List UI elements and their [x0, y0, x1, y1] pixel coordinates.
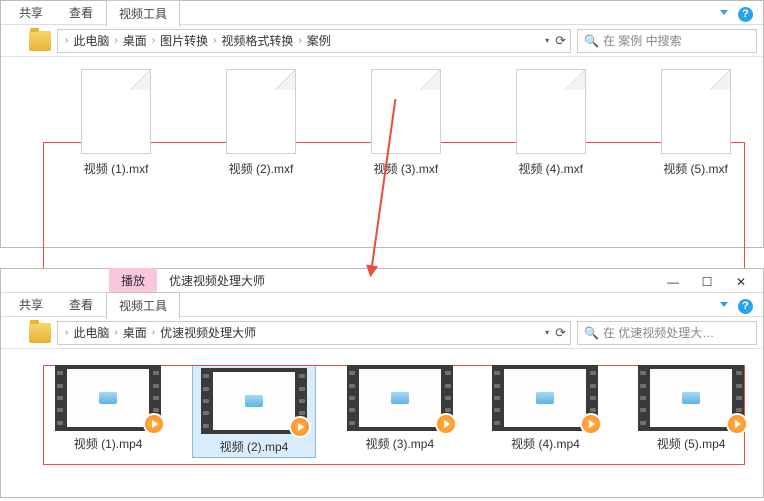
file-name: 视频 (1).mxf [84, 160, 149, 177]
breadcrumb[interactable]: › 此电脑 › 桌面 › 图片转换 › 视频格式转换 › 案例 ▾ ⟳ [57, 29, 571, 53]
file-name: 视频 (4).mp4 [511, 435, 580, 452]
address-bar-row: › 此电脑 › 桌面 › 图片转换 › 视频格式转换 › 案例 ▾ ⟳ 🔍 在 … [1, 25, 763, 57]
file-name: 视频 (4).mxf [518, 160, 583, 177]
search-icon: 🔍 [584, 34, 599, 48]
ribbon-toptabs: 播放 优速视频处理大师 — ☐ ✕ [1, 269, 763, 293]
chevron-right-icon: › [149, 35, 158, 46]
chevron-right-icon: › [111, 35, 120, 46]
file-item-selected[interactable]: 视频 (2).mp4 [192, 365, 316, 458]
breadcrumb[interactable]: › 此电脑 › 桌面 › 优速视频处理大师 ▾ ⟳ [57, 321, 571, 345]
file-name: 视频 (1).mp4 [74, 435, 143, 452]
file-icon [371, 69, 441, 154]
play-icon [143, 413, 165, 435]
ribbon-subtabs: 共享 查看 视频工具 ? [1, 293, 763, 317]
window-controls: — ☐ ✕ [657, 271, 757, 293]
refresh-icon[interactable]: ⟳ [555, 33, 566, 49]
explorer-window-source: 共享 查看 视频工具 ? › 此电脑 › 桌面 › 图片转换 › 视频格式转换 … [0, 0, 764, 248]
chevron-right-icon: › [295, 35, 304, 46]
tab-share[interactable]: 共享 [6, 0, 56, 26]
maximize-button[interactable]: ☐ [691, 271, 723, 293]
close-button[interactable]: ✕ [725, 271, 757, 293]
explorer-window-target: 播放 优速视频处理大师 — ☐ ✕ 共享 查看 视频工具 ? › 此电脑 › 桌… [0, 268, 764, 498]
help-dropdown-icon[interactable] [720, 302, 728, 307]
chevron-right-icon: › [210, 35, 219, 46]
breadcrumb-seg[interactable]: 优速视频处理大师 [158, 324, 258, 341]
folder-icon [29, 31, 51, 51]
breadcrumb-seg[interactable]: 图片转换 [158, 32, 210, 49]
video-thumb [492, 365, 598, 431]
minimize-button[interactable]: — [657, 271, 689, 293]
file-icon [661, 69, 731, 154]
chevron-right-icon: › [149, 327, 158, 338]
file-name: 视频 (5).mp4 [657, 435, 726, 452]
help-dropdown-icon[interactable] [720, 10, 728, 15]
video-thumb [347, 365, 453, 431]
file-item[interactable]: 视频 (4).mp4 [484, 365, 608, 458]
app-title: 优速视频处理大师 [157, 268, 277, 292]
file-item[interactable]: 视频 (5).mxf [638, 69, 753, 177]
file-item[interactable]: 视频 (1).mxf [59, 69, 174, 177]
file-item[interactable]: 视频 (2).mxf [204, 69, 319, 177]
video-thumb [201, 368, 307, 434]
search-icon: 🔍 [584, 326, 599, 340]
file-item[interactable]: 视频 (5).mp4 [629, 365, 753, 458]
tab-video-tools[interactable]: 视频工具 [106, 292, 180, 319]
file-name: 视频 (3).mxf [373, 160, 438, 177]
tab-view[interactable]: 查看 [56, 0, 106, 26]
search-placeholder: 在 优速视频处理大… [603, 324, 714, 341]
file-icon [516, 69, 586, 154]
file-name: 视频 (3).mp4 [365, 435, 434, 452]
breadcrumb-seg[interactable]: 视频格式转换 [219, 32, 295, 49]
file-grid: 视频 (1).mxf 视频 (2).mxf 视频 (3).mxf 视频 (4).… [1, 57, 763, 187]
breadcrumb-seg[interactable]: 此电脑 [71, 324, 111, 341]
chevron-right-icon: › [62, 327, 71, 338]
chevron-right-icon: › [111, 327, 120, 338]
file-name: 视频 (2).mp4 [220, 438, 289, 455]
file-name: 视频 (2).mxf [229, 160, 294, 177]
search-input[interactable]: 🔍 在 案例 中搜索 [577, 29, 757, 53]
ribbon-subtabs: 共享 查看 视频工具 ? [1, 1, 763, 25]
file-item[interactable]: 视频 (1).mp4 [46, 365, 170, 458]
nav-up-icon[interactable] [7, 29, 23, 53]
chevron-down-icon[interactable]: ▾ [545, 328, 549, 337]
file-item[interactable]: 视频 (3).mxf [348, 69, 463, 177]
play-icon [435, 413, 457, 435]
play-icon [289, 416, 311, 438]
video-thumb [55, 365, 161, 431]
folder-icon [29, 323, 51, 343]
breadcrumb-seg[interactable]: 此电脑 [71, 32, 111, 49]
file-item[interactable]: 视频 (4).mxf [493, 69, 608, 177]
chevron-down-icon[interactable]: ▾ [545, 36, 549, 45]
search-placeholder: 在 案例 中搜索 [603, 32, 682, 49]
tab-video-tools[interactable]: 视频工具 [106, 0, 180, 27]
file-name: 视频 (5).mxf [663, 160, 728, 177]
search-input[interactable]: 🔍 在 优速视频处理大… [577, 321, 757, 345]
help-icon[interactable]: ? [738, 299, 753, 314]
breadcrumb-seg[interactable]: 桌面 [121, 32, 149, 49]
play-icon [580, 413, 602, 435]
breadcrumb-seg[interactable]: 桌面 [121, 324, 149, 341]
play-icon [726, 413, 748, 435]
tab-play[interactable]: 播放 [109, 268, 157, 292]
nav-up-icon[interactable] [7, 321, 23, 345]
refresh-icon[interactable]: ⟳ [555, 325, 566, 341]
file-grid: 视频 (1).mp4 视频 (2).mp4 视频 (3).mp4 视频 (4).… [1, 349, 763, 468]
tab-share[interactable]: 共享 [6, 291, 56, 318]
address-bar-row: › 此电脑 › 桌面 › 优速视频处理大师 ▾ ⟳ 🔍 在 优速视频处理大… [1, 317, 763, 349]
chevron-right-icon: › [62, 35, 71, 46]
video-thumb [638, 365, 744, 431]
file-icon [81, 69, 151, 154]
breadcrumb-seg[interactable]: 案例 [305, 32, 333, 49]
help-icon[interactable]: ? [738, 7, 753, 22]
file-icon [226, 69, 296, 154]
file-item[interactable]: 视频 (3).mp4 [338, 365, 462, 458]
tab-view[interactable]: 查看 [56, 291, 106, 318]
